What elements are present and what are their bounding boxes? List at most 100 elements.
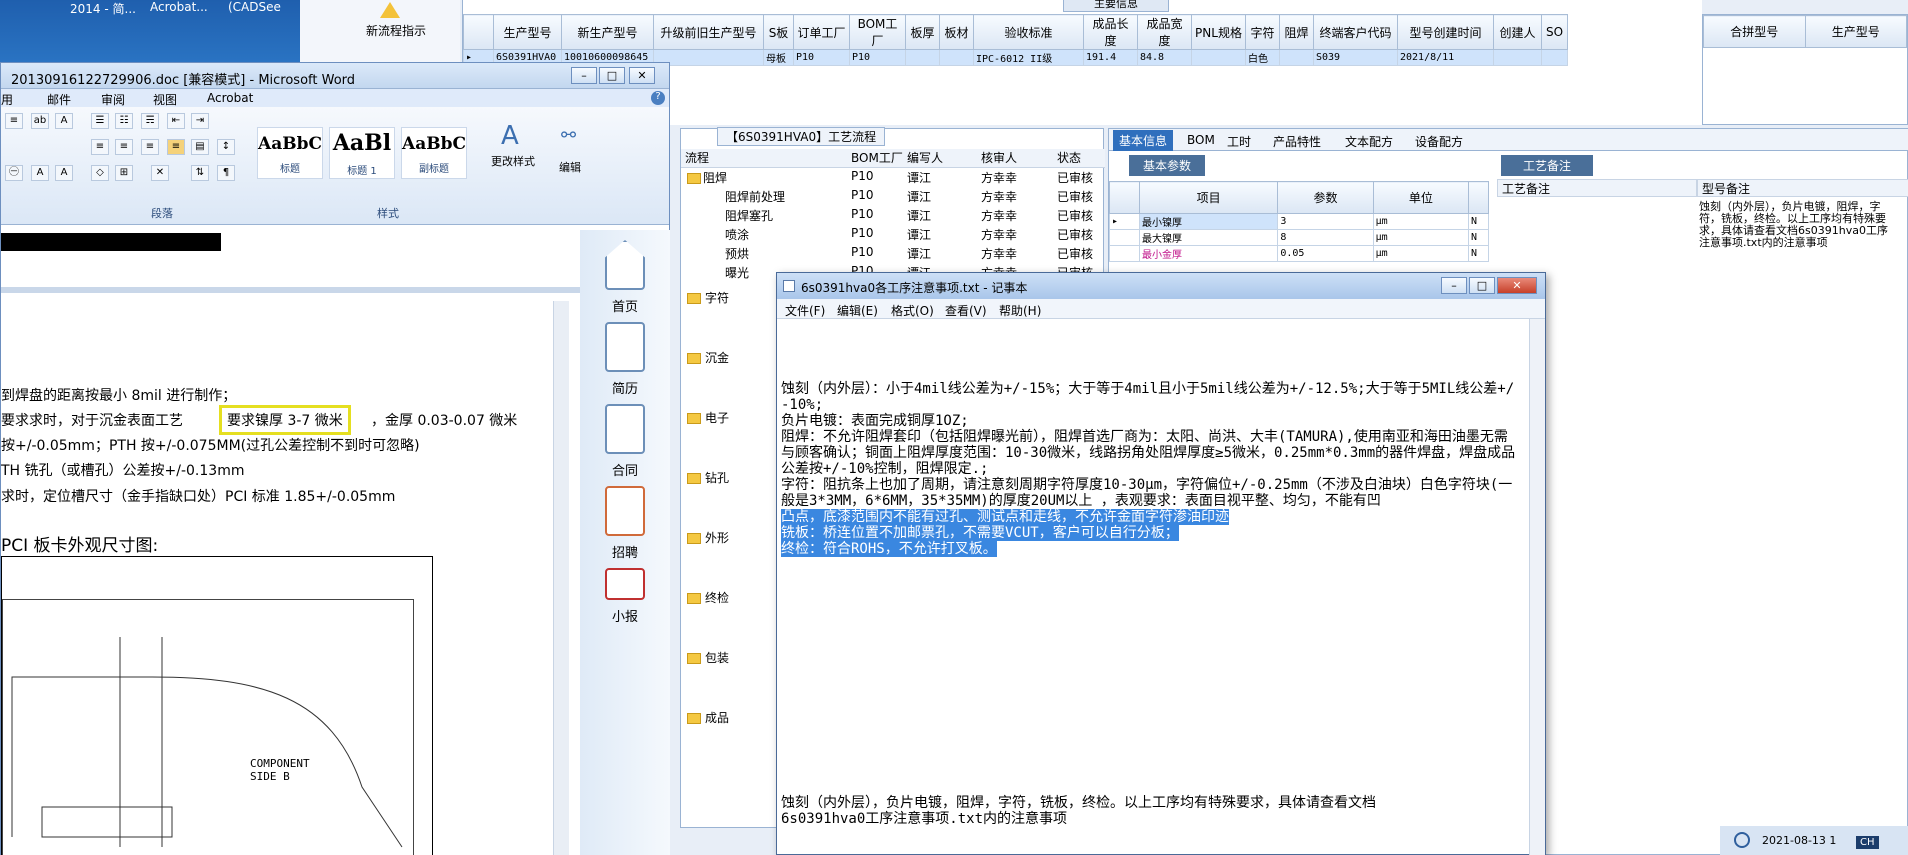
param-item[interactable]: 最小镍厚 — [1138, 213, 1279, 230]
col-header[interactable]: 参数 — [1277, 181, 1374, 214]
change-style-button[interactable]: 更改样式 — [491, 153, 535, 169]
numbering-icon[interactable]: ≡ — [5, 113, 23, 129]
font-icon[interactable]: A — [55, 113, 73, 129]
table-cell[interactable]: 191.4 — [1083, 49, 1138, 66]
table-cell[interactable] — [905, 49, 940, 66]
col-header[interactable]: 创建人 — [1493, 14, 1542, 50]
process-row[interactable]: 阻焊前处理 P10 谭江 方幸幸 已审核 — [681, 188, 1105, 207]
bullets-icon[interactable]: ☰ — [91, 113, 109, 129]
desktop-icon-label[interactable]: (CADSee — [228, 0, 281, 14]
asian-layout-icon[interactable]: ✕ — [151, 165, 169, 181]
table-cell[interactable] — [1279, 49, 1314, 66]
shading-icon[interactable]: ◇ — [91, 165, 109, 181]
multilevel-icon[interactable]: ☴ — [141, 113, 159, 129]
table-cell[interactable]: 84.8 — [1137, 49, 1192, 66]
help-icon[interactable]: ? — [651, 91, 665, 105]
col-header[interactable]: 成品宽度 — [1137, 14, 1192, 50]
notepad-text-area[interactable]: 蚀刻（内外层）：小于4mil线公差为+/-15%；大于等于4mil且小于5mil… — [777, 319, 1529, 855]
menu-item[interactable]: 审阅 — [101, 91, 125, 108]
col-header[interactable]: 成品长度 — [1083, 14, 1138, 50]
nav-resume[interactable]: 简历 — [580, 322, 670, 397]
tab-basic[interactable]: 基本信息 — [1113, 130, 1174, 151]
col-header[interactable]: 阻焊 — [1279, 14, 1314, 50]
param-item[interactable]: 最大镍厚 — [1138, 229, 1279, 246]
process-row[interactable]: 喷涂 P10 谭江 方幸幸 已审核 — [681, 226, 1105, 245]
desktop-icon-label[interactable]: 2014 - 简... — [70, 0, 136, 17]
ime-indicator[interactable]: CH — [1856, 836, 1879, 849]
process-row[interactable]: 阻焊塞孔 P10 谭江 方幸幸 已审核 — [681, 207, 1105, 226]
flow-icon[interactable] — [380, 2, 400, 18]
tab-bom[interactable]: BOM — [1187, 133, 1215, 147]
table-cell[interactable]: P10 — [849, 49, 906, 66]
table-cell[interactable]: 母板 — [763, 49, 794, 66]
col-header[interactable]: BOM工厂 — [851, 149, 903, 166]
col-header[interactable]: 字符 — [1245, 14, 1280, 50]
indent-icon[interactable]: ⇥ — [191, 113, 209, 129]
style-subtitle[interactable]: AaBbC 副标题 — [401, 127, 467, 179]
col-header[interactable]: 板材 — [939, 14, 974, 50]
numbering-list-icon[interactable]: ☷ — [115, 113, 133, 129]
table-cell[interactable] — [653, 49, 764, 66]
close-button[interactable]: ✕ — [629, 67, 655, 84]
sort-icon[interactable]: ⇅ — [191, 165, 209, 181]
process-row[interactable]: 阻焊 P10 谭江 方幸幸 已审核 — [681, 169, 1105, 188]
grow-font-icon[interactable]: A — [31, 165, 49, 181]
borders-icon[interactable]: ⊞ — [115, 165, 133, 181]
binoculars-icon[interactable]: ⚯ — [561, 125, 576, 146]
spell-icon[interactable]: ab — [31, 113, 49, 129]
table-cell[interactable]: S039 — [1313, 49, 1398, 66]
line-spacing-icon[interactable]: ↕ — [217, 139, 235, 155]
table-cell[interactable]: 2021/8/11 — [1397, 49, 1494, 66]
col-header[interactable]: 生产型号 — [493, 14, 562, 50]
col-header[interactable]: 流程 — [685, 149, 709, 166]
table-cell[interactable] — [1493, 49, 1542, 66]
side-header[interactable]: 合拼型号 — [1703, 15, 1806, 48]
justify-icon[interactable]: ≡ — [167, 139, 185, 155]
change-style-icon[interactable]: A — [501, 121, 519, 151]
process-row[interactable]: 预烘 P10 谭江 方幸幸 已审核 — [681, 245, 1105, 264]
tab-craft-notes[interactable]: 工艺备注 — [1501, 155, 1594, 176]
col-header[interactable]: SO — [1541, 14, 1568, 50]
col-header[interactable]: 订单工厂 — [793, 14, 850, 50]
desktop-icon-label[interactable]: Acrobat... — [150, 0, 208, 14]
tab-hours[interactable]: 工时 — [1227, 133, 1251, 150]
col-header[interactable]: 项目 — [1138, 181, 1279, 214]
nav-recruit[interactable]: 招聘 — [580, 486, 670, 561]
col-header[interactable]: 编写人 — [907, 149, 943, 166]
flow-label[interactable]: 新流程指示 — [366, 22, 426, 39]
col-header[interactable]: 状态 — [1057, 149, 1081, 166]
menu-view[interactable]: 查看(V) — [945, 302, 987, 319]
menu-item[interactable]: Acrobat — [207, 91, 253, 105]
param-value[interactable]: 0.05 — [1277, 245, 1374, 262]
table-cell[interactable]: 白色 — [1245, 49, 1280, 66]
style-title[interactable]: AaBbC 标题 — [257, 127, 323, 179]
tab-features[interactable]: 产品特性 — [1273, 133, 1321, 150]
menu-item[interactable]: 邮件 — [47, 91, 71, 108]
param-value[interactable]: 3 — [1277, 213, 1374, 230]
col-header[interactable]: 型号创建时间 — [1397, 14, 1494, 50]
distributed-icon[interactable]: ▤ — [191, 139, 209, 155]
table-cell[interactable] — [939, 49, 974, 66]
param-item[interactable]: 最小金厚 — [1138, 245, 1279, 262]
nav-home[interactable]: 首页 — [580, 240, 670, 315]
maximize-button[interactable]: □ — [599, 67, 625, 84]
style-heading1[interactable]: AaBl 标题 1 — [329, 127, 395, 179]
menu-file[interactable]: 文件(F) — [785, 302, 825, 319]
col-header[interactable]: PNL规格 — [1191, 14, 1246, 50]
document-body[interactable]: 到焊盘的距离按最小 8mil 进行制作； 要求求时，对于沉金表面工艺 要求镍厚 … — [1, 301, 581, 855]
align-right-icon[interactable]: ≡ — [141, 139, 159, 155]
align-left-icon[interactable]: ≡ — [91, 139, 109, 155]
maximize-button[interactable]: □ — [1469, 277, 1495, 294]
col-header[interactable]: 终端客户代码 — [1313, 14, 1398, 50]
menu-item[interactable]: 视图 — [153, 91, 177, 108]
col-header[interactable]: 板厚 — [905, 14, 940, 50]
nav-newsletter[interactable]: 小报 — [580, 568, 670, 625]
close-button[interactable]: ✕ — [1497, 277, 1537, 294]
col-header[interactable]: 新生产型号 — [561, 14, 654, 50]
edit-button[interactable]: 编辑 — [559, 159, 581, 175]
table-cell[interactable] — [1191, 49, 1246, 66]
minimize-button[interactable]: – — [571, 67, 597, 84]
circle-char-icon[interactable]: ㊀ — [5, 165, 23, 181]
shrink-font-icon[interactable]: A — [55, 165, 73, 181]
menu-item[interactable]: 用 — [1, 91, 13, 108]
